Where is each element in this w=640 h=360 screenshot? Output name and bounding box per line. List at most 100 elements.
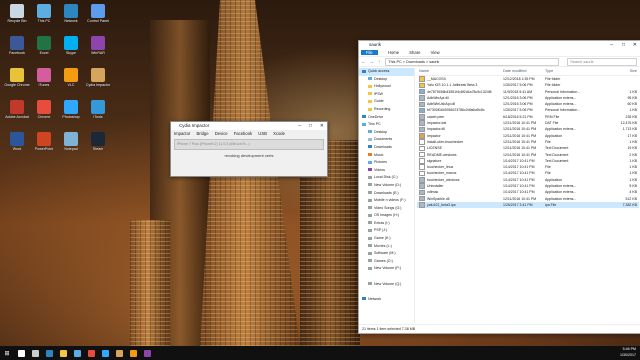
- taskbar-vlc-icon[interactable]: [126, 346, 140, 360]
- desktop-icon[interactable]: PowerPoint: [31, 132, 57, 163]
- nav-item[interactable]: New Volume (P:): [359, 265, 414, 273]
- nav-item[interactable]: New Volume (Q:): [359, 281, 414, 289]
- desktop-icon[interactable]: Word: [4, 132, 30, 163]
- desktop-icon[interactable]: WinRAR: [85, 36, 111, 67]
- nav-item[interactable]: Desktop: [359, 76, 414, 84]
- desktop-icon[interactable]: Skype: [58, 36, 84, 67]
- taskbar-chrome-icon[interactable]: [84, 346, 98, 360]
- tab-home[interactable]: Home: [388, 50, 399, 55]
- file-row[interactable]: yalu102_beta3.ipa 1/26/2017 3:41 PM ipa Fi…: [417, 201, 639, 209]
- desktop-icon[interactable]: Excel: [31, 36, 57, 67]
- taskbar-cydia-icon[interactable]: [112, 346, 126, 360]
- system-clock[interactable]: 5:46 PM 1/30/2017: [620, 347, 636, 358]
- cydia-title-bar[interactable]: Cydia Impactor – □ ✕: [171, 122, 327, 130]
- menu-impactor[interactable]: Impactor: [174, 131, 190, 136]
- nav-item[interactable]: Movies (L:): [359, 243, 414, 251]
- taskbar-search-icon[interactable]: [14, 346, 28, 360]
- column-date[interactable]: Date modified: [503, 68, 545, 75]
- desktop-icon[interactable]: Control Panel: [85, 4, 111, 35]
- nav-item[interactable]: Extras (I:): [359, 220, 414, 228]
- desktop-icon[interactable]: Steam: [85, 132, 111, 163]
- app-glyph: [101, 349, 109, 357]
- desktop-icon-label: Excel: [39, 51, 49, 55]
- search-input[interactable]: Search saurik: [567, 57, 638, 66]
- taskbar-photoshop-icon[interactable]: [98, 346, 112, 360]
- cydia-impactor-window[interactable]: Cydia Impactor – □ ✕ Impactor Bridge Dev…: [170, 121, 328, 177]
- file-icon: [419, 195, 425, 202]
- nav-item[interactable]: Game (K:): [359, 235, 414, 243]
- nav-item[interactable]: OS Images (H:): [359, 212, 414, 220]
- nav-item[interactable]: Video Songs (G:): [359, 205, 414, 213]
- nav-item[interactable]: Downloads: [359, 144, 414, 152]
- desktop-icon[interactable]: Photoshop: [58, 100, 84, 131]
- nav-item[interactable]: Guide: [359, 98, 414, 106]
- nav-item[interactable]: iPSW: [359, 91, 414, 99]
- tab-view[interactable]: View: [431, 50, 440, 55]
- desktop-icon[interactable]: Notepad: [58, 132, 84, 163]
- menu-device[interactable]: Device: [215, 131, 228, 136]
- nav-item[interactable]: New Volume (D:): [359, 182, 414, 190]
- desktop-icon[interactable]: Network: [58, 4, 84, 35]
- menu-facebook[interactable]: Facebook: [234, 131, 252, 136]
- nav-item[interactable]: Games (O:): [359, 258, 414, 266]
- app-glyph: [143, 349, 151, 357]
- minimize-icon[interactable]: –: [610, 41, 613, 49]
- desktop-icon[interactable]: This PC: [31, 4, 57, 35]
- explorer-title-bar[interactable]: saurik – □ ✕: [359, 41, 640, 49]
- folder-icon: [368, 99, 372, 103]
- desktop-icon-label: Network: [64, 19, 78, 23]
- nav-item[interactable]: Desktop: [359, 129, 414, 137]
- maximize-icon[interactable]: □: [622, 41, 625, 49]
- start-button[interactable]: ⊞: [0, 346, 14, 360]
- nav-item[interactable]: Videos: [359, 167, 414, 175]
- nav-item[interactable]: Downloads (E:): [359, 190, 414, 198]
- forward-arrow-icon[interactable]: →: [370, 59, 375, 64]
- nav-item[interactable]: Network: [359, 296, 414, 304]
- nav-item[interactable]: Hollywood: [359, 83, 414, 91]
- nav-item[interactable]: Documents: [359, 136, 414, 144]
- nav-item[interactable]: Pictures: [359, 159, 414, 167]
- nav-item[interactable]: OneDrive: [359, 114, 414, 122]
- tab-share[interactable]: Share: [409, 50, 420, 55]
- device-select[interactable]: iPhone 7 Plus (iPhone9,2) 11.0.3 (d5b1ce…: [174, 139, 324, 150]
- desktop-icon[interactable]: Google Chrome: [4, 68, 30, 99]
- nav-item[interactable]: Recording: [359, 106, 414, 114]
- taskbar-premiere-icon[interactable]: [140, 346, 154, 360]
- taskbar-explorer-icon[interactable]: [56, 346, 70, 360]
- menu-xcode[interactable]: Xcode: [273, 131, 285, 136]
- desktop-icon[interactable]: Facebook: [4, 36, 30, 67]
- up-arrow-icon[interactable]: ↑: [378, 59, 380, 64]
- folder-icon: [368, 198, 372, 202]
- address-path[interactable]: This PC > Downloads > saurik: [385, 57, 560, 66]
- nav-item[interactable]: Software (M:): [359, 250, 414, 258]
- desktop-icon[interactable]: iTools: [85, 100, 111, 131]
- file-name: Impactor.dll: [427, 127, 445, 132]
- desktop-icon[interactable]: VLC: [58, 68, 84, 99]
- nav-item[interactable]: Mobile n videos (F:): [359, 197, 414, 205]
- maximize-icon[interactable]: □: [309, 122, 312, 130]
- taskbar-task-view-icon[interactable]: [28, 346, 42, 360]
- file-explorer-window[interactable]: saurik – □ ✕ File Home Share View ← → ↑ …: [358, 40, 640, 334]
- desktop-icon[interactable]: Recycle Bin: [4, 4, 30, 35]
- desktop-icon[interactable]: Adobe Acrobat: [4, 100, 30, 131]
- back-arrow-icon[interactable]: ←: [361, 59, 366, 64]
- taskbar-edge-icon[interactable]: [42, 346, 56, 360]
- taskbar-store-icon[interactable]: [70, 346, 84, 360]
- nav-item[interactable]: PSP (J:): [359, 227, 414, 235]
- tab-file[interactable]: File: [361, 50, 378, 55]
- nav-item[interactable]: Quick access: [359, 68, 414, 76]
- nav-item[interactable]: Music: [359, 152, 414, 160]
- nav-item[interactable]: Local Disk (C:): [359, 174, 414, 182]
- column-size[interactable]: Size: [603, 68, 639, 75]
- column-type[interactable]: Type: [545, 68, 603, 75]
- close-icon[interactable]: ✕: [633, 41, 637, 49]
- menu-usb[interactable]: USB: [258, 131, 267, 136]
- nav-item[interactable]: This PC: [359, 121, 414, 129]
- desktop-icon[interactable]: Chrome: [31, 100, 57, 131]
- menu-bridge[interactable]: Bridge: [196, 131, 208, 136]
- column-name[interactable]: Name: [417, 68, 503, 75]
- minimize-icon[interactable]: –: [298, 122, 301, 130]
- desktop-icon[interactable]: Cydia Impactor: [85, 68, 111, 99]
- desktop-icon[interactable]: iTunes: [31, 68, 57, 99]
- close-icon[interactable]: ✕: [320, 122, 324, 130]
